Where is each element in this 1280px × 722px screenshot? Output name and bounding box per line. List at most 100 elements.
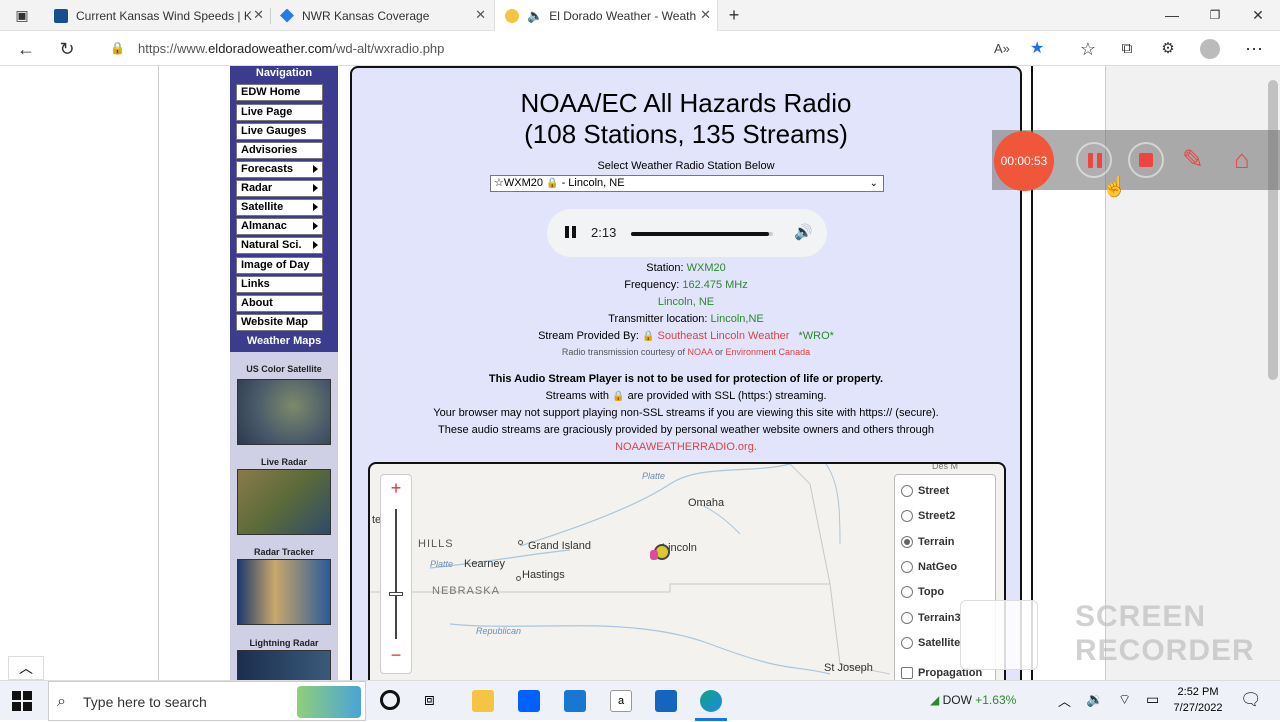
nav-item-image-of-day[interactable]: Image of Day — [236, 257, 323, 274]
scroll-top-button[interactable]: ︿ — [8, 656, 44, 680]
layer-label: Terrain — [918, 536, 955, 548]
nav-label: Natural Sci. — [241, 239, 302, 251]
edge-browser-icon[interactable] — [700, 690, 722, 712]
wifi-icon[interactable]: ⌔ — [1118, 691, 1131, 709]
close-icon[interactable]: ✕ — [700, 7, 711, 23]
layer-option-terrain3[interactable]: Terrain3 — [901, 612, 961, 624]
task-view-icon[interactable]: ⧈ — [424, 690, 435, 710]
extensions-icon[interactable]: ⚙ — [1156, 37, 1180, 61]
volume-icon[interactable]: 🔉 — [1086, 691, 1103, 708]
coverage-map[interactable]: te HILLS Omaha Lincoln Grand Island Kear… — [368, 462, 1006, 680]
courtesy-line: Radio transmission courtesy of NOAA or E… — [352, 347, 1020, 357]
show-hidden-icons-icon[interactable]: ︿ — [1058, 691, 1071, 710]
new-tab-button[interactable]: + — [722, 3, 746, 27]
zoom-in-button[interactable]: + — [381, 478, 411, 499]
lightning-radar-thumbnail[interactable] — [237, 650, 331, 680]
nav-item-links[interactable]: Links — [236, 276, 323, 293]
url-field[interactable]: 🔒 https://www.eldoradoweather.com/wd-alt… — [94, 35, 1060, 62]
nav-item-website-map[interactable]: Website Map — [236, 314, 323, 331]
tab-actions-icon[interactable]: ▣ — [10, 3, 34, 27]
favorite-star-icon[interactable]: ★ — [1030, 35, 1044, 62]
read-aloud-icon[interactable]: A» — [994, 35, 1010, 62]
notifications-icon[interactable]: 🗨 — [1240, 690, 1262, 710]
speaker-icon[interactable]: 🔈 — [527, 8, 543, 24]
pen-icon[interactable]: ✎ — [1182, 144, 1204, 175]
refresh-button[interactable]: ↻ — [55, 37, 79, 61]
nav-item-edw-home[interactable]: EDW Home — [236, 84, 323, 101]
frequency-value: 162.475 MHz — [682, 279, 748, 291]
nav-label: Image of Day — [241, 259, 310, 271]
nav-item-live-gauges[interactable]: Live Gauges — [236, 123, 323, 140]
layer-option-satellite[interactable]: Satellite — [901, 637, 960, 649]
tab-kansas-wind[interactable]: Current Kansas Wind Speeds | K ✕ — [46, 0, 270, 31]
nav-item-advisories[interactable]: Advisories — [236, 142, 323, 159]
pause-button[interactable] — [565, 226, 577, 240]
lock-icon[interactable]: 🔒 — [110, 35, 125, 62]
tab-nwr-kansas[interactable]: NWR Kansas Coverage ✕ — [272, 0, 492, 31]
radio-button[interactable] — [901, 612, 913, 624]
radar-tracker-thumbnail[interactable] — [237, 559, 331, 625]
environment-canada-link[interactable]: Environment Canada — [726, 347, 811, 357]
nav-item-natural-sci[interactable]: Natural Sci. — [236, 237, 323, 254]
zoom-slider-handle[interactable] — [389, 592, 403, 596]
radio-button[interactable] — [901, 637, 913, 649]
home-icon[interactable]: ⌂ — [1234, 144, 1250, 175]
scrollbar-thumb[interactable] — [1268, 80, 1278, 380]
cortana-icon[interactable] — [380, 690, 400, 710]
layer-option-natgeo[interactable]: NatGeo — [901, 561, 957, 573]
window-close-button[interactable]: ✕ — [1246, 3, 1270, 27]
volume-icon[interactable]: 🔊 — [794, 223, 813, 241]
profile-avatar[interactable] — [1198, 37, 1222, 61]
zoom-slider-track[interactable] — [395, 509, 397, 639]
microsoft-store-icon[interactable] — [564, 690, 586, 712]
station-select[interactable]: ☆WXM20 🔒 - Lincoln, NE ⌄ — [490, 175, 884, 192]
radio-button[interactable] — [901, 485, 913, 497]
battery-icon[interactable]: ▭ — [1146, 691, 1159, 708]
back-button[interactable]: ← — [14, 37, 38, 61]
layer-label: Street — [918, 485, 950, 497]
stock-widget[interactable]: ◢ DOW +1.63% — [930, 693, 1016, 707]
nav-item-satellite[interactable]: Satellite — [236, 199, 323, 216]
radio-button[interactable] — [901, 586, 913, 598]
radio-button[interactable] — [901, 561, 913, 573]
layer-option-street2[interactable]: Street2 — [901, 510, 955, 522]
recorder-pause-button[interactable] — [1076, 142, 1112, 178]
provider-link[interactable]: Southeast Lincoln Weather — [658, 330, 790, 342]
restore-button[interactable]: ❐ — [1203, 3, 1227, 27]
favorites-icon[interactable]: ☆ — [1076, 37, 1100, 61]
layer-option-street[interactable]: Street — [901, 485, 949, 497]
nav-item-forecasts[interactable]: Forecasts — [236, 161, 323, 178]
layer-option-terrain[interactable]: Terrain — [901, 536, 954, 548]
taskbar-search-input[interactable]: ⌕ Type here to search — [48, 681, 366, 721]
power-automate-icon[interactable] — [655, 690, 677, 712]
amazon-icon[interactable]: a — [610, 690, 632, 712]
tab-eldorado-weather[interactable]: 🔈 El Dorado Weather - Weath ✕ — [494, 0, 718, 31]
recorder-stop-button[interactable] — [1128, 142, 1164, 178]
radio-button[interactable] — [901, 510, 913, 522]
windows-start-icon[interactable] — [12, 691, 32, 711]
noaaweatherradio-link[interactable]: NOAAWEATHERRADIO.org — [615, 441, 754, 453]
live-radar-thumbnail[interactable] — [237, 469, 331, 535]
nav-item-almanac[interactable]: Almanac — [236, 218, 323, 235]
river-label: Platte — [642, 471, 666, 481]
minimize-button[interactable]: — — [1160, 3, 1184, 27]
nav-item-about[interactable]: About — [236, 295, 323, 312]
collections-icon[interactable]: ⧉ — [1115, 37, 1139, 61]
more-menu-icon[interactable]: ⋯ — [1242, 37, 1266, 61]
close-icon[interactable]: ✕ — [253, 7, 264, 23]
zoom-out-button[interactable]: − — [381, 645, 411, 666]
close-icon[interactable]: ✕ — [475, 7, 486, 23]
dropbox-icon[interactable] — [518, 690, 540, 712]
progress-bar[interactable] — [631, 232, 773, 236]
layer-option-topo[interactable]: Topo — [901, 586, 944, 598]
ssl-marker-icon[interactable] — [650, 550, 658, 560]
radio-button-selected[interactable] — [901, 536, 913, 548]
watermark-line: RECORDER — [1075, 634, 1255, 667]
nav-item-radar[interactable]: Radar — [236, 180, 323, 197]
nav-item-live-page[interactable]: Live Page — [236, 104, 323, 121]
checkbox[interactable] — [901, 667, 913, 679]
clock[interactable]: 2:52 PM 7/27/2022 — [1170, 684, 1226, 716]
noaa-link[interactable]: NOAA — [687, 347, 712, 357]
us-color-satellite-thumbnail[interactable] — [237, 379, 331, 445]
file-explorer-icon[interactable] — [472, 690, 494, 712]
